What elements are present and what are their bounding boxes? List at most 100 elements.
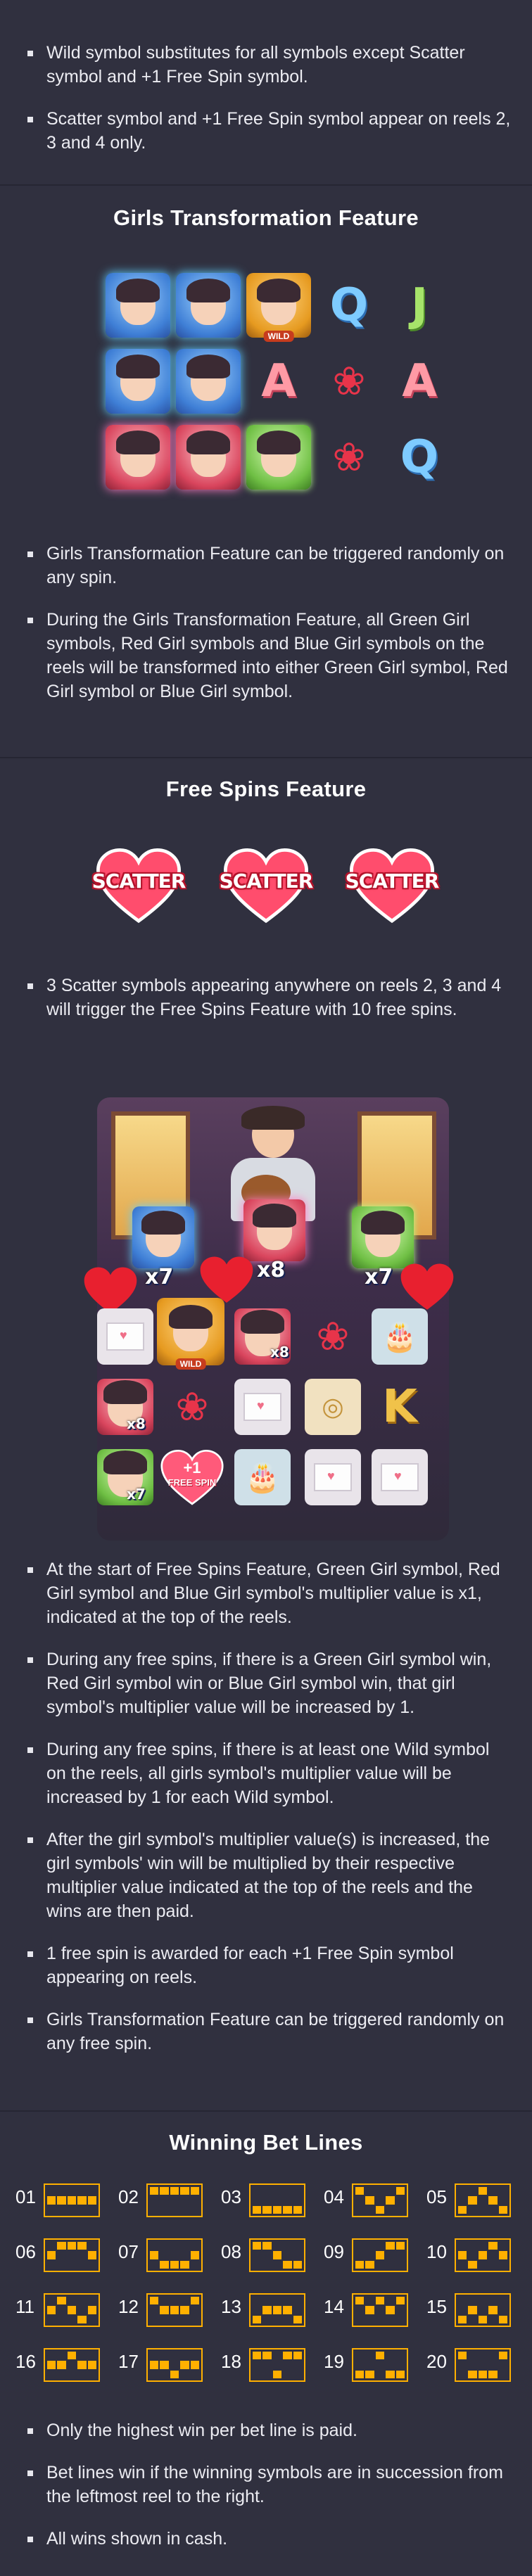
list-item: During any free spins, if there is a Gre… bbox=[25, 1647, 511, 1719]
bet-line-cell bbox=[468, 2316, 476, 2323]
k-symbol: K bbox=[382, 1381, 417, 1433]
bet-line-cell bbox=[365, 2206, 374, 2214]
bet-line-cell bbox=[57, 2242, 66, 2250]
bet-line-cell bbox=[160, 2316, 168, 2323]
bet-line-number: 12 bbox=[118, 2296, 139, 2317]
bet-line-cell bbox=[150, 2316, 158, 2323]
bet-line-pattern bbox=[352, 2238, 408, 2272]
bet-line-cell bbox=[47, 2306, 56, 2314]
bet-line-cell bbox=[180, 2206, 189, 2214]
bet-line-cell bbox=[376, 2361, 384, 2368]
a-symbol: A bbox=[387, 349, 452, 414]
bet-line-item: 11 bbox=[15, 2286, 106, 2328]
bet-line-cell bbox=[68, 2316, 76, 2323]
bet-line-cell bbox=[488, 2261, 497, 2269]
bet-line-cell bbox=[458, 2187, 467, 2195]
bet-line-cell bbox=[87, 2196, 96, 2205]
list-item: All wins shown in cash. bbox=[25, 2527, 511, 2551]
bet-line-cell bbox=[386, 2251, 394, 2259]
girl-face bbox=[186, 279, 230, 325]
bet-line-cell bbox=[283, 2297, 291, 2304]
bet-line-cell bbox=[47, 2316, 56, 2323]
bet-line-cell bbox=[190, 2297, 199, 2305]
cell-multiplier: x7 bbox=[127, 1486, 146, 1503]
bet-line-item: 12 bbox=[118, 2286, 208, 2328]
scatter-symbol: SCATTER bbox=[332, 830, 452, 936]
bet-line-cell bbox=[479, 2261, 487, 2269]
bet-line-cell bbox=[488, 2206, 497, 2214]
bet-line-cell bbox=[77, 2361, 87, 2369]
bet-line-cell bbox=[150, 2261, 158, 2269]
girl-blue-symbol bbox=[176, 349, 241, 414]
bet-line-cell bbox=[488, 2242, 498, 2250]
bet-line-cell bbox=[57, 2371, 65, 2378]
bet-line-cell bbox=[293, 2352, 302, 2360]
bet-line-pattern bbox=[146, 2183, 203, 2217]
bet-line-cell bbox=[67, 2196, 77, 2205]
list-item: After the girl symbol's multiplier value… bbox=[25, 1828, 511, 1923]
bet-line-cell bbox=[191, 2316, 199, 2323]
bet-line-cell bbox=[283, 2306, 292, 2314]
bet-line-cell bbox=[170, 2187, 179, 2195]
bet-line-cell bbox=[479, 2196, 487, 2204]
bet-line-cell bbox=[293, 2260, 302, 2269]
bet-line-cell bbox=[57, 2187, 65, 2195]
bet-line-cell bbox=[376, 2316, 384, 2323]
free-spins-bullet-list: 3 Scatter symbols appearing anywhere on … bbox=[0, 974, 532, 1021]
bet-line-cell bbox=[468, 2251, 476, 2259]
bet-line-cell bbox=[180, 2371, 189, 2378]
rose-symbol: ❀ bbox=[316, 1314, 350, 1358]
bet-line-cell bbox=[190, 2361, 199, 2369]
bet-line-cell bbox=[396, 2196, 405, 2204]
bet-line-cell bbox=[396, 2251, 405, 2259]
bet-line-cell bbox=[395, 2370, 405, 2378]
bet-line-cell bbox=[488, 2297, 497, 2304]
bet-line-cell bbox=[499, 2306, 507, 2314]
bet-line-item: 01 bbox=[15, 2176, 106, 2219]
q-symbol: Q bbox=[317, 273, 381, 338]
bet-line-cell bbox=[478, 2370, 488, 2378]
cake-symbol: 🎂 bbox=[372, 1308, 428, 1365]
bet-line-cell bbox=[293, 2361, 302, 2368]
bet-line-cell bbox=[253, 2297, 261, 2304]
bet-line-pattern bbox=[455, 2348, 511, 2382]
transformation-symbol-grid: WILD Q J A ❀ A ❀ Q bbox=[0, 273, 532, 512]
bet-line-cell bbox=[68, 2261, 76, 2269]
bet-line-cell bbox=[77, 2251, 86, 2259]
bet-line-cell bbox=[88, 2297, 96, 2304]
bet-line-cell bbox=[273, 2242, 281, 2250]
girl-face bbox=[186, 431, 230, 477]
bet-line-cell bbox=[150, 2371, 158, 2378]
bet-line-cell bbox=[355, 2352, 364, 2359]
bet-line-cell bbox=[272, 2251, 282, 2259]
bet-line-number: 20 bbox=[426, 2351, 447, 2372]
bet-line-cell bbox=[77, 2315, 87, 2323]
bet-line-cell bbox=[376, 2187, 384, 2195]
bet-line-pattern bbox=[249, 2183, 305, 2217]
bet-line-cell bbox=[283, 2352, 292, 2360]
bet-line-cell bbox=[170, 2361, 179, 2368]
bet-line-cell bbox=[293, 2187, 302, 2195]
bet-line-cell bbox=[283, 2260, 292, 2269]
envelope-symbol bbox=[97, 1308, 153, 1365]
bet-line-pattern bbox=[146, 2238, 203, 2272]
bet-line-cell bbox=[160, 2187, 169, 2195]
bet-line-number: 05 bbox=[426, 2186, 447, 2207]
bet-line-pattern bbox=[249, 2293, 305, 2327]
bet-line-cell bbox=[191, 2206, 199, 2214]
bet-line-cell bbox=[170, 2206, 179, 2214]
bet-line-cell bbox=[375, 2352, 385, 2360]
bet-line-cell bbox=[376, 2196, 384, 2204]
bet-line-cell bbox=[272, 2370, 282, 2378]
bet-line-number: 11 bbox=[15, 2296, 34, 2317]
bet-line-cell bbox=[355, 2206, 364, 2214]
bet-line-cell bbox=[283, 2361, 291, 2368]
rose-symbol: ❀ bbox=[317, 349, 381, 414]
bet-line-cell bbox=[499, 2371, 507, 2378]
bet-line-cell bbox=[468, 2361, 476, 2368]
bet-line-pattern bbox=[352, 2293, 408, 2327]
section-divider bbox=[0, 184, 532, 186]
bet-line-cell bbox=[499, 2261, 507, 2269]
bet-line-cell bbox=[160, 2206, 168, 2214]
bet-line-cell bbox=[458, 2306, 467, 2314]
